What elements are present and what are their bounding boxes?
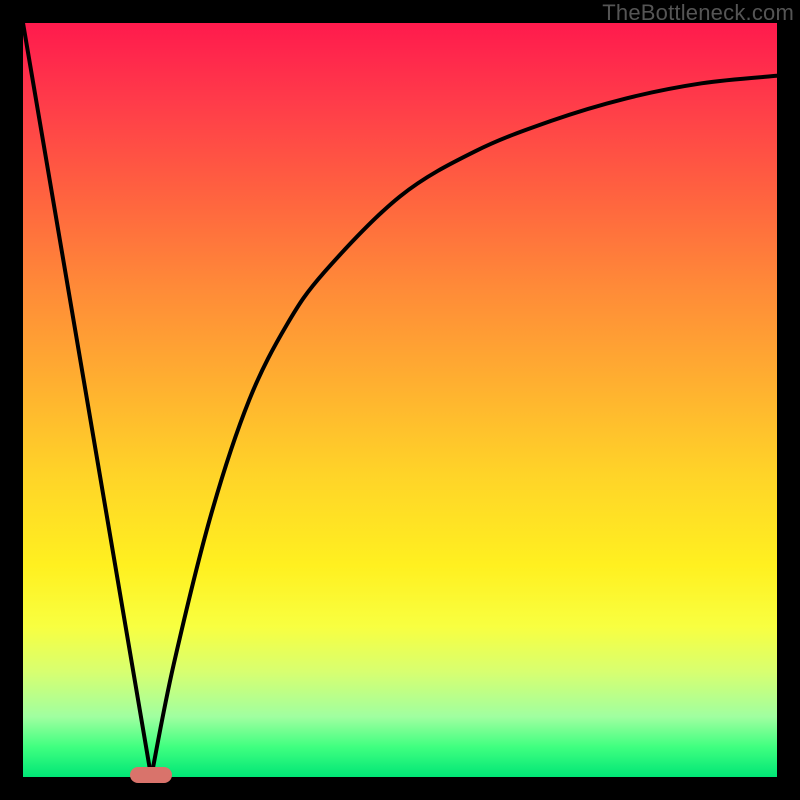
watermark-text: TheBottleneck.com	[602, 0, 794, 26]
optimal-point-marker	[130, 767, 172, 783]
curve-right-branch	[151, 76, 777, 777]
chart-plot-area	[23, 23, 777, 777]
bottleneck-curve	[23, 23, 777, 777]
curve-left-branch	[23, 23, 151, 777]
